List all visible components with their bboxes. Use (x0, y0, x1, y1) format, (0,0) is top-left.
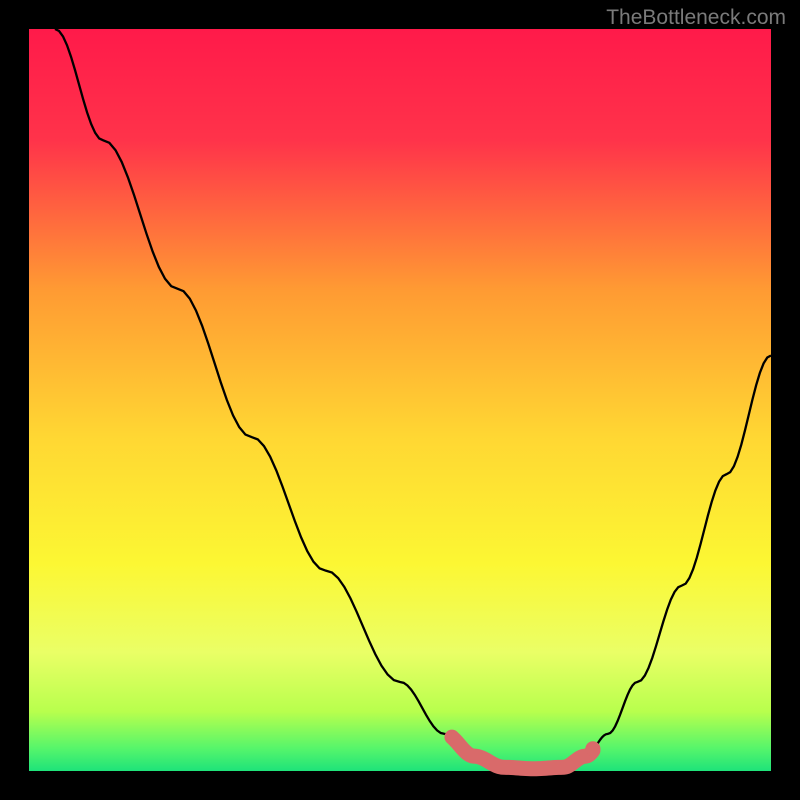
chart-container: TheBottleneck.com (0, 0, 800, 800)
marker-dot (585, 741, 600, 756)
plot-background (29, 29, 771, 771)
bottleneck-chart (0, 0, 800, 800)
watermark-text: TheBottleneck.com (606, 6, 786, 30)
